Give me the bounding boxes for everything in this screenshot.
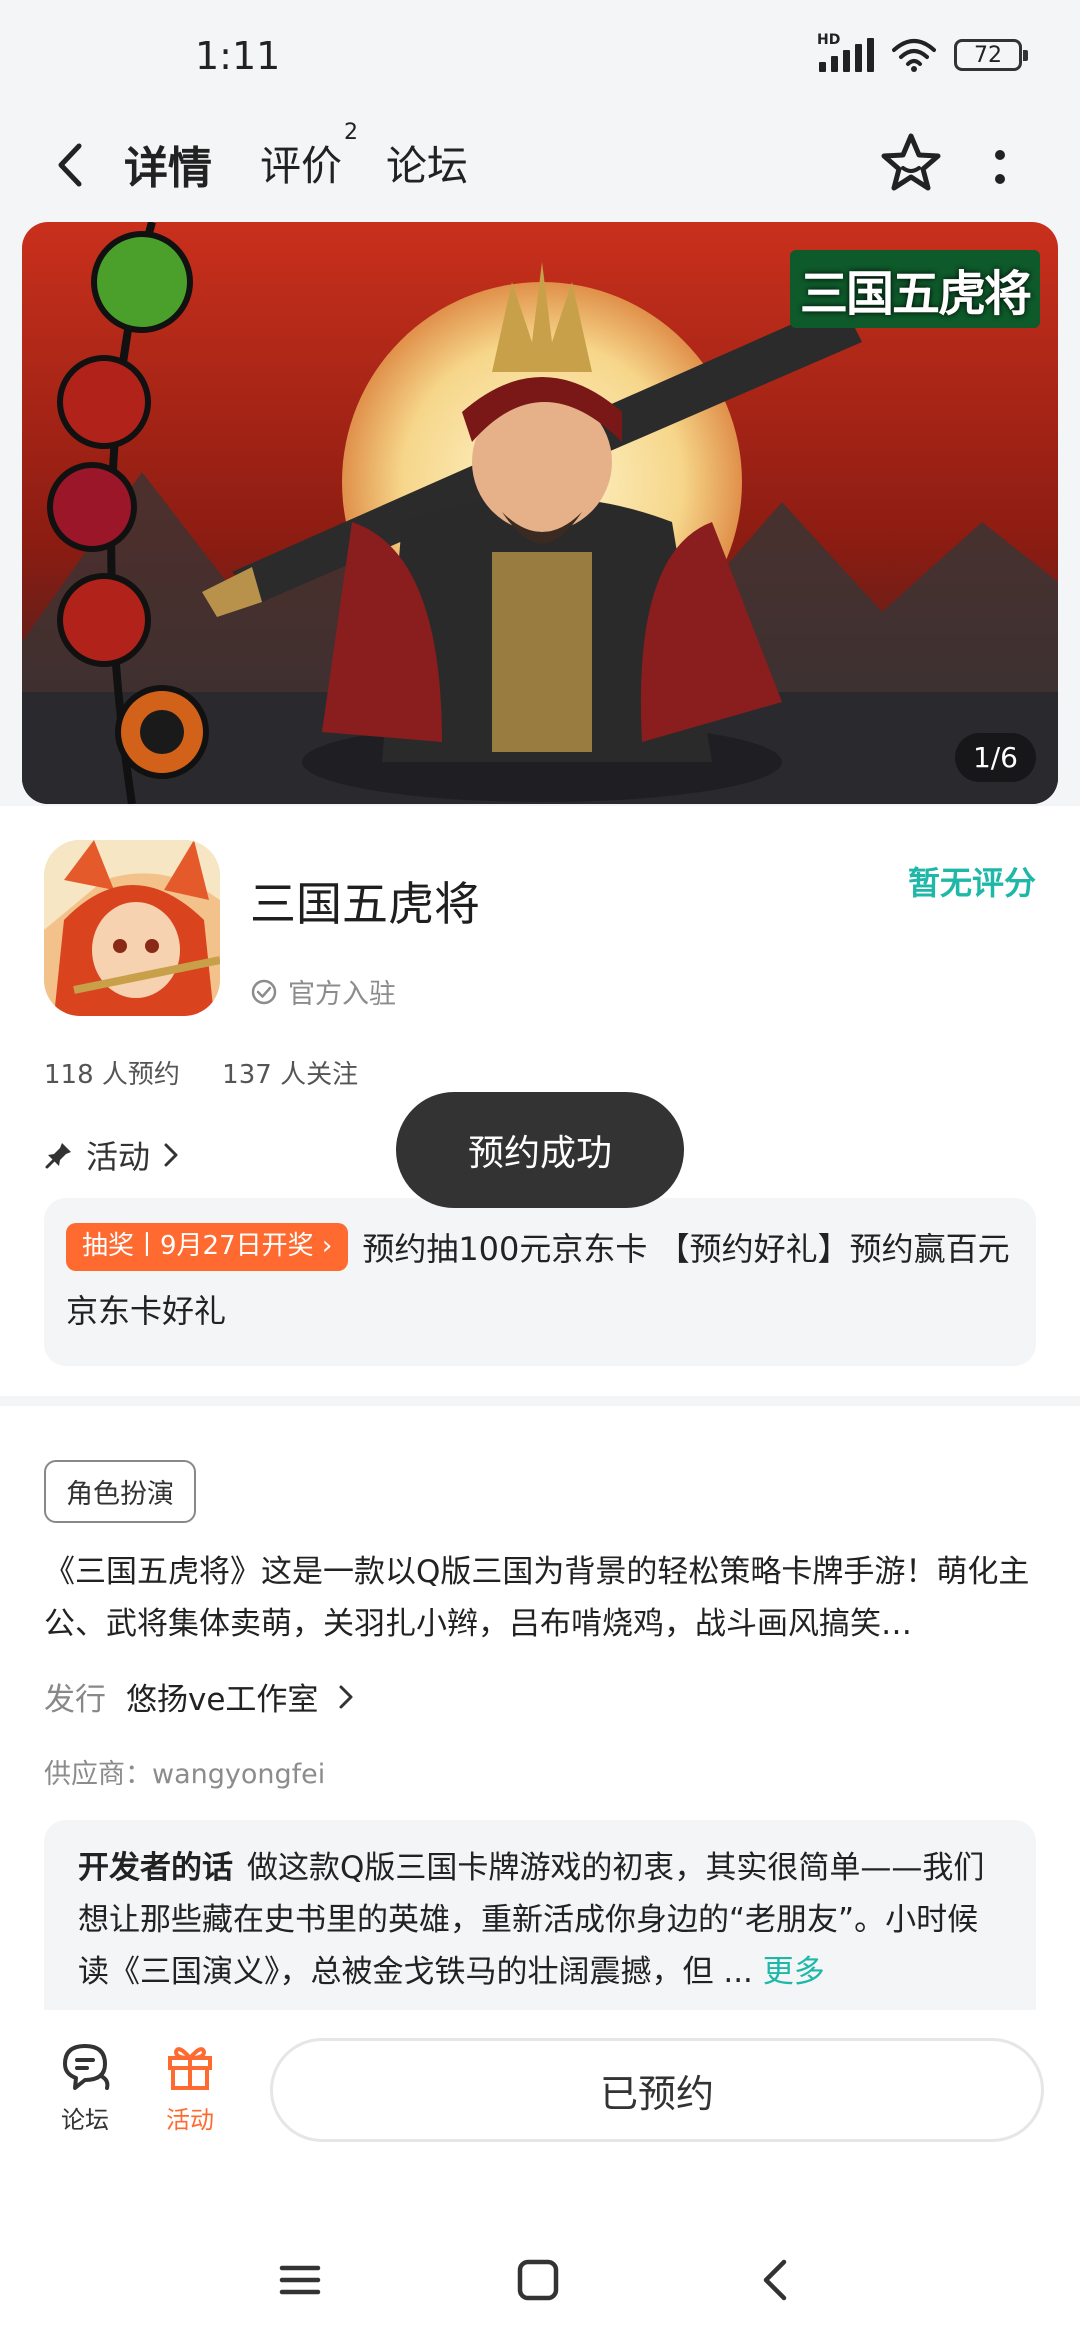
- rating-text: 暂无评分: [907, 864, 1036, 902]
- status-time: 1:11: [195, 34, 281, 78]
- lottery-tag-label: 抽奖丨9月27日开奖: [82, 1231, 314, 1261]
- lottery-tag: 抽奖丨9月27日开奖 ›: [66, 1223, 349, 1271]
- network-label: HD: [817, 32, 841, 48]
- more-vertical-icon[interactable]: [985, 132, 1015, 202]
- back-button[interactable]: [40, 130, 100, 200]
- recent-apps-button[interactable]: [270, 2250, 330, 2310]
- tab-detail[interactable]: 详情: [120, 132, 216, 196]
- system-back-button[interactable]: [746, 2250, 806, 2310]
- home-button[interactable]: [508, 2250, 568, 2310]
- menu-icon: [279, 2265, 321, 2295]
- verified-badge: 官方入驻: [250, 972, 396, 1011]
- app-detail-page: 1:11 HD 72 详情 评价 2 论坛 三国五虎将 1/6 三国五虎将 官方…: [0, 0, 1080, 2340]
- gift-icon: [168, 2047, 212, 2090]
- supplier-text: 供应商：wangyongfei: [44, 1759, 326, 1790]
- publisher-link[interactable]: 发行 悠扬ve工作室: [44, 1674, 354, 1719]
- tab-detail-label: 详情: [124, 143, 212, 194]
- star-icon: [881, 133, 941, 191]
- favorite-button[interactable]: [876, 128, 946, 198]
- system-nav-bar: [0, 2160, 1080, 2340]
- app-name: 三国五虎将: [250, 877, 480, 931]
- description-card: 角色扮演 《三国五虎将》这是一款以Q版三国为背景的轻松策略卡牌手游！萌化主公、武…: [0, 1406, 1080, 2020]
- forum-button-label: 论坛: [61, 2106, 109, 2134]
- forum-button[interactable]: 论坛: [40, 2040, 130, 2135]
- chevron-right-icon: [164, 1143, 178, 1167]
- developer-note-label: 开发者的话: [78, 1850, 233, 1886]
- carousel-counter: 1/6: [954, 733, 1036, 782]
- screenshot-carousel[interactable]: 三国五虎将 1/6: [22, 222, 1058, 804]
- pin-icon: [45, 1143, 71, 1169]
- verified-label: 官方入驻: [288, 979, 396, 1010]
- check-circle-icon: [251, 979, 277, 1004]
- square-home-icon: [517, 2259, 559, 2301]
- publisher-label: 发行: [44, 1682, 106, 1718]
- activity-button-label: 活动: [166, 2106, 214, 2134]
- top-nav: 详情 评价 2 论坛: [0, 110, 1080, 220]
- publisher-name: 悠扬ve工作室: [126, 1682, 319, 1718]
- activity-label: 活动: [86, 1138, 151, 1176]
- bottom-action-bar: 论坛 活动 已预约: [0, 2010, 1080, 2160]
- chevron-right-icon: [339, 1685, 353, 1708]
- more-link[interactable]: 更多: [763, 1954, 825, 1990]
- reservation-count: 118 人预约: [44, 1060, 180, 1090]
- tab-review-label: 评价: [260, 142, 342, 190]
- activity-link[interactable]: 活动: [44, 1132, 180, 1178]
- status-bar: 1:11 HD 72: [0, 0, 1080, 110]
- review-count-badge: 2: [344, 120, 358, 145]
- tab-review[interactable]: 评价 2: [260, 120, 358, 192]
- app-icon: [44, 840, 220, 1016]
- activity-card[interactable]: 抽奖丨9月27日开奖 › 预约抽100元京东卡 【预约好礼】预约赢百元京东卡好礼: [44, 1198, 1036, 1366]
- developer-note[interactable]: 开发者的话 做这款Q版三国卡牌游戏的初衷，其实很简单——我们想让那些藏在史书里的英…: [44, 1820, 1036, 2020]
- battery-level: 72: [974, 42, 1002, 68]
- tab-forum[interactable]: 论坛: [386, 132, 468, 192]
- chevron-left-icon: [763, 2259, 787, 2301]
- game-intro[interactable]: 《三国五虎将》这是一款以Q版三国为背景的轻松策略卡牌手游！萌化主公、武将集体卖萌…: [44, 1546, 1040, 1650]
- banner-game-logo: 三国五虎将: [789, 250, 1040, 328]
- status-icons: HD 72: [817, 32, 1028, 72]
- reserved-button[interactable]: 已预约: [270, 2038, 1044, 2142]
- battery-icon: 72: [954, 39, 1028, 71]
- forum-chat-icon: [63, 2044, 110, 2090]
- chevron-left-icon: [58, 143, 82, 187]
- app-stats: 118 人预约 137 人关注: [44, 1054, 392, 1091]
- genre-tag[interactable]: 角色扮演: [44, 1460, 196, 1523]
- toast-message: 预约成功: [396, 1092, 684, 1208]
- signal-icon: HD: [817, 32, 874, 72]
- activity-button[interactable]: 活动: [145, 2040, 235, 2135]
- follower-count: 137 人关注: [222, 1060, 359, 1090]
- tab-forum-label: 论坛: [386, 142, 468, 190]
- wifi-icon: [892, 39, 936, 72]
